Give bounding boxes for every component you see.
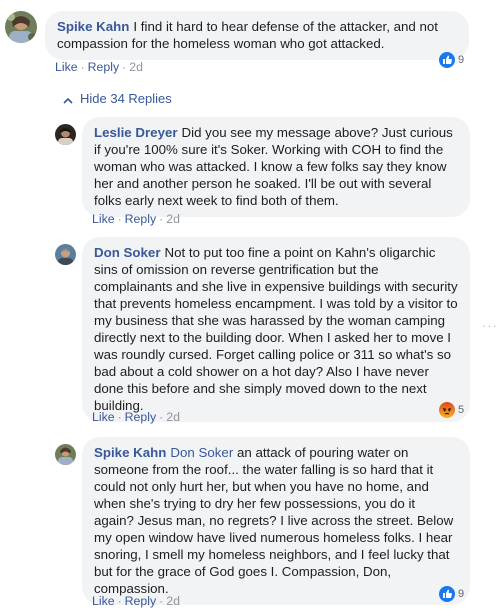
avatar[interactable] <box>55 124 76 145</box>
timestamp[interactable]: 2d <box>166 212 180 226</box>
separator-dot: · <box>117 212 122 226</box>
angry-icon <box>439 402 455 418</box>
comment-author[interactable]: Spike Kahn <box>94 445 166 460</box>
timestamp[interactable]: 2d <box>129 60 143 74</box>
comment-bubble: Spike Kahn I find it hard to hear defense… <box>45 11 469 60</box>
more-options-icon[interactable]: ··· <box>482 318 498 333</box>
reply-link[interactable]: Reply <box>125 594 156 608</box>
like-link[interactable]: Like <box>92 594 115 608</box>
separator-dot: · <box>122 60 127 74</box>
avatar[interactable] <box>55 444 76 465</box>
hide-replies-label: Hide 34 Replies <box>80 91 172 106</box>
like-icon <box>439 52 455 68</box>
timestamp[interactable]: 2d <box>166 410 180 424</box>
separator-dot: · <box>159 594 164 608</box>
reply-bubble: Don Soker Not to put too fine a point on … <box>82 237 470 422</box>
mention-link[interactable]: Don Soker <box>170 445 233 460</box>
separator-dot: · <box>80 60 85 74</box>
comment-actions: Like · Reply · 2d <box>92 212 180 226</box>
comment-actions: Like · Reply · 2d <box>55 60 143 74</box>
avatar[interactable] <box>5 11 37 43</box>
like-link[interactable]: Like <box>92 212 115 226</box>
reply-bubble: Leslie Dreyer Did you see my message abov… <box>82 117 470 217</box>
reaction-count-text: 9 <box>458 588 465 600</box>
chevron-up-icon <box>63 94 73 104</box>
reaction-count[interactable]: 9 <box>439 52 464 68</box>
hide-replies-toggle[interactable]: Hide 34 Replies <box>63 91 172 106</box>
comment-author[interactable]: Don Soker <box>94 245 161 260</box>
comment-actions: Like · Reply · 2d <box>92 594 180 608</box>
comment-text: Not to put too fine a point on Kahn's ol… <box>94 245 458 413</box>
reply-link[interactable]: Reply <box>88 60 119 74</box>
reaction-count[interactable]: 5 <box>439 402 464 418</box>
separator-dot: · <box>159 212 164 226</box>
comment-text: an attack of pouring water on someone fr… <box>94 445 454 596</box>
comment-author[interactable]: Leslie Dreyer <box>94 125 178 140</box>
like-link[interactable]: Like <box>55 60 78 74</box>
avatar[interactable] <box>55 244 76 265</box>
reaction-count-text: 5 <box>458 404 465 416</box>
like-icon <box>439 586 455 602</box>
reply-bubble: Spike Kahn Don Soker an attack of pouring… <box>82 437 470 605</box>
reaction-count-text: 9 <box>458 54 465 66</box>
separator-dot: · <box>117 410 122 424</box>
comment-author[interactable]: Spike Kahn <box>57 19 129 34</box>
timestamp[interactable]: 2d <box>166 594 180 608</box>
separator-dot: · <box>159 410 164 424</box>
reply-link[interactable]: Reply <box>125 410 156 424</box>
reaction-count[interactable]: 9 <box>439 586 464 602</box>
comment-actions: Like · Reply · 2d <box>92 410 180 424</box>
separator-dot: · <box>117 594 122 608</box>
like-link[interactable]: Like <box>92 410 115 424</box>
reply-link[interactable]: Reply <box>125 212 156 226</box>
